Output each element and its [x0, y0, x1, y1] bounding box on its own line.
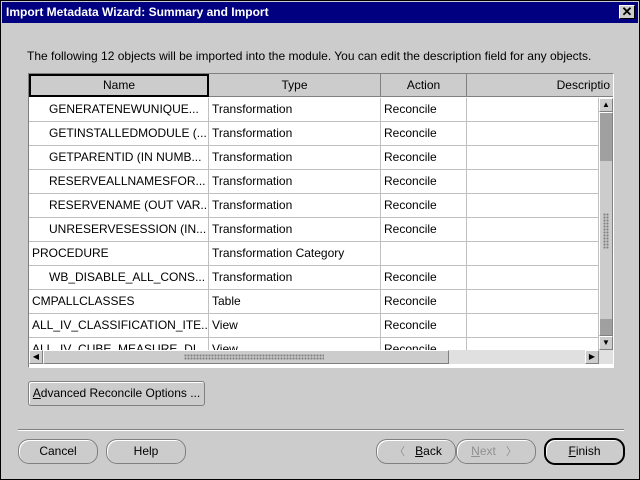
table-row[interactable]: RESERVEALLNAMESFOR... Transformation Recon… [29, 170, 599, 194]
cell-description[interactable] [467, 218, 599, 242]
mnemonic-n: N [471, 444, 480, 458]
cell-name: RESERVENAME (OUT VAR... [29, 194, 209, 218]
table-row[interactable]: GETPARENTID (IN NUMB... Transformation Rec… [29, 146, 599, 170]
back-button[interactable]: 〈 Back [376, 439, 456, 464]
table-body: GENERATENEWUNIQUE... Transformation Reconc… [29, 98, 599, 350]
scroll-right-icon[interactable]: ▶ [585, 350, 599, 364]
cell-action: Reconcile [381, 146, 467, 170]
back-button-label: ack [423, 444, 442, 458]
mnemonic-f: F [568, 444, 576, 458]
cancel-button[interactable]: Cancel [18, 439, 98, 464]
import-metadata-wizard-window: Import Metadata Wizard: Summary and Impo… [0, 0, 640, 480]
cell-type: Transformation [209, 170, 381, 194]
cell-type: Transformation [209, 194, 381, 218]
table-row[interactable]: WB_DISABLE_ALL_CONS... Transformation Reco… [29, 266, 599, 290]
cell-description[interactable] [467, 170, 599, 194]
cell-action [381, 242, 467, 266]
table-header: Name Type Action Descriptio [29, 74, 613, 98]
table-row[interactable]: ALL_IV_CLASSIFICATION_ITE... View Reconcil… [29, 314, 599, 338]
finish-button-label: inish [575, 444, 601, 458]
table-row[interactable]: UNRESERVESESSION (IN... Transformation Rec… [29, 218, 599, 242]
objects-table: Name Type Action Descriptio GENERATENEWU… [28, 73, 614, 368]
cell-name: GETINSTALLEDMODULE (... [29, 122, 209, 146]
cell-description[interactable] [467, 242, 599, 266]
table-row[interactable]: RESERVENAME (OUT VAR... Transformation Rec… [29, 194, 599, 218]
summary-description: The following 12 objects will be importe… [27, 49, 592, 63]
cell-name: ALL_IV_CLASSIFICATION_ITE... [29, 314, 209, 338]
cell-description[interactable] [467, 194, 599, 218]
column-header-action[interactable]: Action [381, 74, 467, 97]
thumb-shade-top [600, 113, 612, 161]
column-header-name[interactable]: Name [29, 74, 209, 97]
cell-name: GENERATENEWUNIQUE... [29, 98, 209, 122]
cell-description[interactable] [467, 122, 599, 146]
cell-type: Transformation [209, 122, 381, 146]
table-row[interactable]: ALL_IV_CUBE_MEASURE_DI... View Reconcile [29, 338, 599, 350]
cell-action: Reconcile [381, 122, 467, 146]
horizontal-scroll-thumb[interactable] [43, 350, 449, 364]
table-row[interactable]: PROCEDURE Transformation Category [29, 242, 599, 266]
cell-action: Reconcile [381, 98, 467, 122]
cell-type: Transformation [209, 266, 381, 290]
help-button[interactable]: Help [106, 439, 186, 464]
finish-button[interactable]: Finish [544, 438, 625, 465]
thumb-grip-icon [184, 354, 324, 360]
table-row[interactable]: GENERATENEWUNIQUE... Transformation Reconc… [29, 98, 599, 122]
window-title: Import Metadata Wizard: Summary and Impo… [6, 5, 269, 19]
column-header-type[interactable]: Type [209, 74, 381, 97]
cell-description[interactable] [467, 314, 599, 338]
cell-type: Transformation [209, 98, 381, 122]
cell-action: Reconcile [381, 338, 467, 350]
title-bar: Import Metadata Wizard: Summary and Impo… [2, 2, 638, 23]
cell-name: RESERVEALLNAMESFOR... [29, 170, 209, 194]
cell-name: UNRESERVESESSION (IN... [29, 218, 209, 242]
scroll-down-icon[interactable]: ▼ [599, 336, 613, 350]
thumb-shade-bottom [600, 319, 612, 335]
vertical-scroll-thumb[interactable] [599, 112, 613, 336]
table-row[interactable]: GETINSTALLEDMODULE (... Transformation Rec… [29, 122, 599, 146]
cell-name: WB_DISABLE_ALL_CONS... [29, 266, 209, 290]
column-header-description[interactable]: Descriptio [467, 74, 613, 97]
mnemonic-b: B [415, 444, 424, 458]
vertical-scrollbar[interactable]: ▲ ▼ [599, 98, 613, 350]
next-button-label: ext [479, 444, 496, 458]
cell-description[interactable] [467, 146, 599, 170]
cell-name: CMPALLCLASSES [29, 290, 209, 314]
advanced-reconcile-options-button[interactable]: Advanced Reconcile Options ... [28, 381, 205, 406]
cell-description[interactable] [467, 98, 599, 122]
cell-name: GETPARENTID (IN NUMB... [29, 146, 209, 170]
horizontal-scrollbar[interactable]: ◀ ▶ [29, 350, 613, 364]
scroll-left-icon[interactable]: ◀ [29, 350, 43, 364]
cell-action: Reconcile [381, 170, 467, 194]
advanced-button-label: dvanced Reconcile Options ... [40, 386, 201, 400]
cell-action: Reconcile [381, 218, 467, 242]
cell-type: View [209, 338, 381, 350]
cell-type: Transformation Category [209, 242, 381, 266]
footer-separator [18, 429, 624, 431]
next-arrow-icon: 〉 [505, 446, 517, 458]
cell-name: ALL_IV_CUBE_MEASURE_DI... [29, 338, 209, 350]
cell-action: Reconcile [381, 194, 467, 218]
cell-action: Reconcile [381, 266, 467, 290]
mnemonic-a: A [32, 386, 41, 400]
thumb-grip-icon [603, 213, 609, 249]
cell-type: Table [209, 290, 381, 314]
cell-type: Transformation [209, 218, 381, 242]
cell-type: Transformation [209, 146, 381, 170]
close-icon[interactable]: ✕ [619, 5, 635, 19]
cell-type: View [209, 314, 381, 338]
cell-action: Reconcile [381, 290, 467, 314]
table-row[interactable]: CMPALLCLASSES Table Reconcile [29, 290, 599, 314]
cell-description[interactable] [467, 338, 599, 350]
cell-description[interactable] [467, 266, 599, 290]
back-arrow-icon: 〈 [394, 446, 406, 458]
next-button[interactable]: Next 〉 [456, 439, 536, 464]
cell-name: PROCEDURE [29, 242, 209, 266]
cell-action: Reconcile [381, 314, 467, 338]
scroll-up-icon[interactable]: ▲ [599, 98, 613, 112]
cell-description[interactable] [467, 290, 599, 314]
